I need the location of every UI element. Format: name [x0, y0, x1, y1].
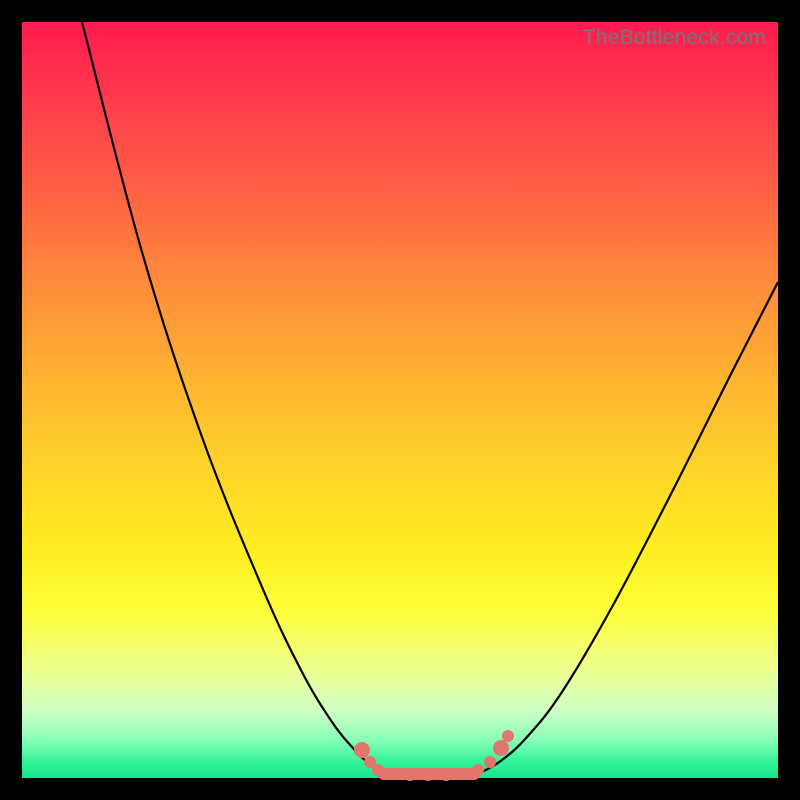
valley-bead: [502, 730, 514, 742]
curve-left-branch: [82, 22, 382, 772]
valley-bead: [493, 740, 509, 756]
chart-frame: TheBottleneck.com: [22, 22, 778, 778]
valley-bead: [458, 768, 470, 780]
valley-bead: [372, 764, 384, 776]
valley-bead: [440, 769, 452, 781]
valley-bead: [472, 764, 484, 776]
bottleneck-curve-chart: [22, 22, 778, 778]
valley-bead: [354, 742, 370, 758]
valley-bead: [386, 768, 398, 780]
curve-right-branch: [482, 282, 778, 772]
valley-bead: [484, 756, 496, 768]
valley-bead: [404, 769, 416, 781]
valley-bead: [422, 769, 434, 781]
